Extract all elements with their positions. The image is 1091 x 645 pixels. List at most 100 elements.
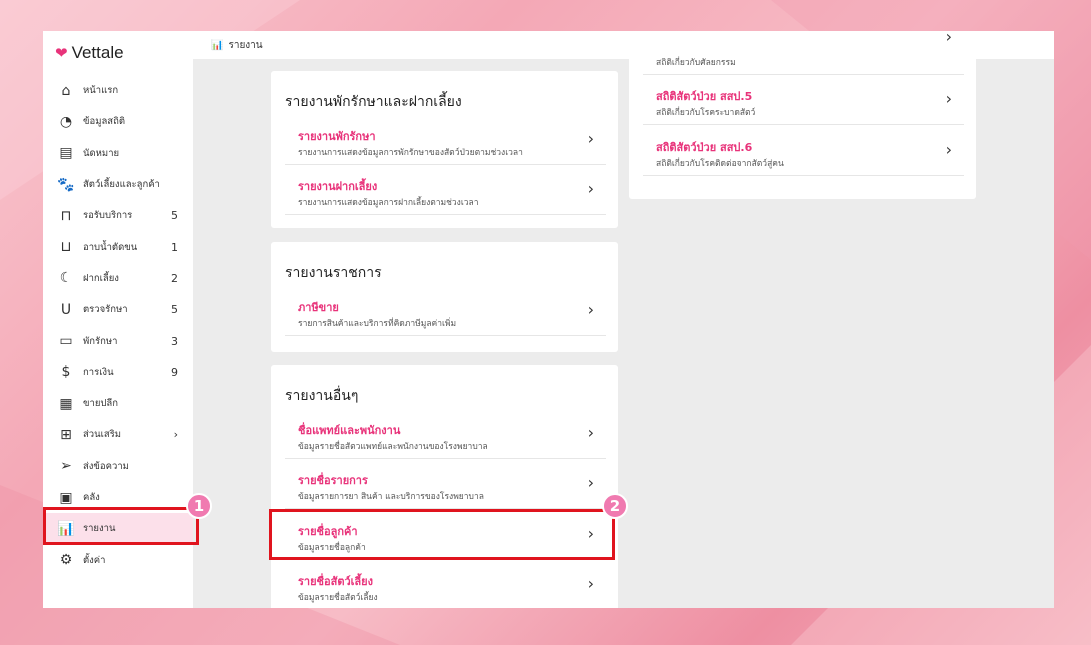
sidebar-item-label: รอรับบริการ <box>83 210 133 222</box>
sofa-icon: ⊓ <box>60 207 72 224</box>
gear-icon: ⚙ <box>59 552 73 569</box>
bathtub-icon: ⊔ <box>60 239 72 256</box>
highlight-box-customer-list <box>269 509 615 560</box>
sidebar-item-label: ตั้งค่า <box>83 554 106 566</box>
row-subtitle: รายงานการแสดงข้อมูลการพักรักษาของสัตว์ป่… <box>298 148 523 158</box>
logo[interactable]: ❤ Vettale <box>55 43 124 63</box>
row-subtitle: สถิติเกี่ยวกับโรคระบาดสัตว์ <box>656 108 756 118</box>
home-icon: ⌂ <box>61 82 71 99</box>
sidebar-item[interactable]: ▭ พักรักษา 3 <box>43 325 193 356</box>
row-subtitle: ข้อมูลรายชื่อสัตวแพทย์และพนักงานของโรงพย… <box>298 442 488 452</box>
row-subtitle: สถิติเกี่ยวกับโรคติดต่อจากสัตว์สู่คน <box>656 159 784 169</box>
chevron-right-icon: › <box>945 31 952 46</box>
highlight-box-reports-menu <box>43 507 199 545</box>
sidebar-item-label: พักรักษา <box>83 335 118 347</box>
sidebar-item[interactable]: ◔ ข้อมูลสถิติ <box>43 106 193 137</box>
row-title: รายงานฝากเลี้ยง <box>298 180 378 193</box>
moon-icon: ☾ <box>59 270 73 287</box>
sidebar-item-count: › <box>173 428 178 442</box>
row-title: ภาษีขาย <box>298 301 339 314</box>
chevron-right-icon: › <box>587 574 594 593</box>
stethoscope-icon: ᑌ <box>60 301 72 318</box>
report-row-boarding[interactable]: รายงานฝากเลี้ยง รายงานการแสดงข้อมูลการฝา… <box>285 165 606 215</box>
sidebar-item-label: ตรวจรักษา <box>83 304 128 316</box>
plus-box-icon: ⊞ <box>60 426 72 443</box>
sidebar-item[interactable]: ᑌ ตรวจรักษา 5 <box>43 294 193 325</box>
card-statistics-reports: สถิติเกี่ยวกับศัลยกรรม › สถิติสัตว์ป่วย … <box>629 31 976 199</box>
page-title: รายงาน <box>228 39 263 51</box>
row-subtitle: ข้อมูลรายการยา สินค้า และบริการของโรงพยา… <box>298 492 484 502</box>
paw-icon: 🐾 <box>57 176 75 193</box>
chevron-right-icon: › <box>587 179 594 198</box>
row-subtitle: สถิติเกี่ยวกับศัลยกรรม <box>656 58 736 68</box>
sidebar-item[interactable]: ⌂ หน้าแรก <box>43 75 193 106</box>
send-icon: ➢ <box>60 458 72 475</box>
report-row-surgery-stats[interactable]: สถิติเกี่ยวกับศัลยกรรม › <box>643 31 964 75</box>
bed-icon: ▭ <box>59 333 73 350</box>
sidebar-item-count: 1 <box>171 240 178 254</box>
card-boarding-reports: รายงานพักรักษาและฝากเลี้ยง รายงานพักรักษ… <box>271 71 618 228</box>
chevron-right-icon: › <box>587 300 594 319</box>
sidebar-item[interactable]: ▤ นัดหมาย <box>43 138 193 169</box>
card-title: รายงานพักรักษาและฝากเลี้ยง <box>285 94 462 110</box>
sidebar-item[interactable]: ☾ ฝากเลี้ยง 2 <box>43 263 193 294</box>
brand-name: Vettale <box>71 43 124 62</box>
sidebar-item[interactable]: $ การเงิน 9 <box>43 357 193 388</box>
sidebar-item-label: สัตว์เลี้ยงและลูกค้า <box>83 179 160 191</box>
sidebar-item[interactable]: ▦ ขายปลีก <box>43 388 193 419</box>
row-title: สถิติสัตว์ป่วย สสป.5 <box>656 90 753 103</box>
report-row-sales-tax[interactable]: ภาษีขาย รายการสินค้าและบริการที่คิดภาษีม… <box>285 286 606 336</box>
sidebar-item-count: 3 <box>171 334 178 348</box>
sidebar-item[interactable]: 🐾 สัตว์เลี้ยงและลูกค้า <box>43 169 193 200</box>
row-title: รายงานพักรักษา <box>298 130 376 143</box>
sidebar-item[interactable]: ⊔ อาบน้ำตัดขน 1 <box>43 231 193 262</box>
chevron-right-icon: › <box>587 473 594 492</box>
chevron-right-icon: › <box>587 129 594 148</box>
card-government-reports: รายงานราชการ ภาษีขาย รายการสินค้าและบริก… <box>271 242 618 352</box>
row-subtitle: รายการสินค้าและบริการที่คิดภาษีมูลค่าเพิ… <box>298 319 457 329</box>
sidebar-item-label: ฝากเลี้ยง <box>83 272 119 284</box>
sidebar-item-label: นัดหมาย <box>83 147 120 159</box>
dashboard-icon: ◔ <box>59 113 73 130</box>
row-subtitle: รายงานการแสดงข้อมูลการฝากเลี้ยงตามช่วงเว… <box>298 198 479 208</box>
step-badge-1: 1 <box>186 493 212 519</box>
calendar-icon: ▤ <box>59 145 73 162</box>
sidebar-item-label: การเงิน <box>83 366 114 378</box>
chevron-right-icon: › <box>587 423 594 442</box>
sidebar-item-label: ส่งข้อความ <box>83 460 129 472</box>
step-badge-2: 2 <box>602 493 628 519</box>
row-subtitle: ข้อมูลรายชื่อสัตว์เลี้ยง <box>298 593 378 603</box>
chevron-right-icon: › <box>945 89 952 108</box>
report-row-inpatient[interactable]: รายงานพักรักษา รายงานการแสดงข้อมูลการพัก… <box>285 115 606 165</box>
sidebar-item[interactable]: ➢ ส่งข้อความ <box>43 451 193 482</box>
row-title: รายชื่อรายการ <box>298 474 368 487</box>
sidebar-item-count: 2 <box>171 271 178 285</box>
cash-register-icon: ▦ <box>59 395 73 412</box>
report-row-pets[interactable]: รายชื่อสัตว์เลี้ยง ข้อมูลรายชื่อสัตว์เลี… <box>285 560 606 608</box>
sidebar-item-label: ข้อมูลสถิติ <box>83 116 126 128</box>
sidebar-item[interactable]: ⚙ ตั้งค่า <box>43 544 193 575</box>
sidebar-item[interactable]: ⊞ ส่วนเสริม › <box>43 419 193 450</box>
row-title: สถิติสัตว์ป่วย สสป.6 <box>656 141 753 154</box>
sidebar-item[interactable]: ⊓ รอรับบริการ 5 <box>43 200 193 231</box>
sidebar-item-label: หน้าแรก <box>83 85 119 97</box>
card-title: รายงานอื่นๆ <box>285 388 359 404</box>
report-row-sosp6[interactable]: สถิติสัตว์ป่วย สสป.6 สถิติเกี่ยวกับโรคติ… <box>643 126 964 176</box>
report-row-staff[interactable]: ชื่อแพทย์และพนักงาน ข้อมูลรายชื่อสัตวแพท… <box>285 409 606 459</box>
sidebar-nav: ⌂ หน้าแรก ◔ ข้อมูลสถิติ ▤ นัดหมาย 🐾 สัตว์เลี้ยง… <box>43 75 193 576</box>
row-title: ชื่อแพทย์และพนักงาน <box>298 424 401 437</box>
heart-logo-icon: ❤ <box>55 44 68 62</box>
sidebar-item-label: อาบน้ำตัดขน <box>83 241 138 253</box>
card-other-reports: รายงานอื่นๆ ชื่อแพทย์และพนักงาน ข้อมูลรา… <box>271 365 618 608</box>
card-title: รายงานราชการ <box>285 265 382 281</box>
sidebar-item-count: 9 <box>171 365 178 379</box>
report-row-items[interactable]: รายชื่อรายการ ข้อมูลรายการยา สินค้า และบ… <box>285 459 606 509</box>
inventory-box-icon: ▣ <box>59 489 73 506</box>
sidebar-item-label: ส่วนเสริม <box>83 429 122 441</box>
row-title: รายชื่อสัตว์เลี้ยง <box>298 575 373 588</box>
sidebar-item-label: คลัง <box>83 492 100 503</box>
report-row-sosp5[interactable]: สถิติสัตว์ป่วย สสป.5 สถิติเกี่ยวกับโรคระ… <box>643 75 964 125</box>
chevron-right-icon: › <box>945 140 952 159</box>
money-hand-icon: $ <box>61 364 71 381</box>
sidebar-item-count: 5 <box>171 209 178 223</box>
